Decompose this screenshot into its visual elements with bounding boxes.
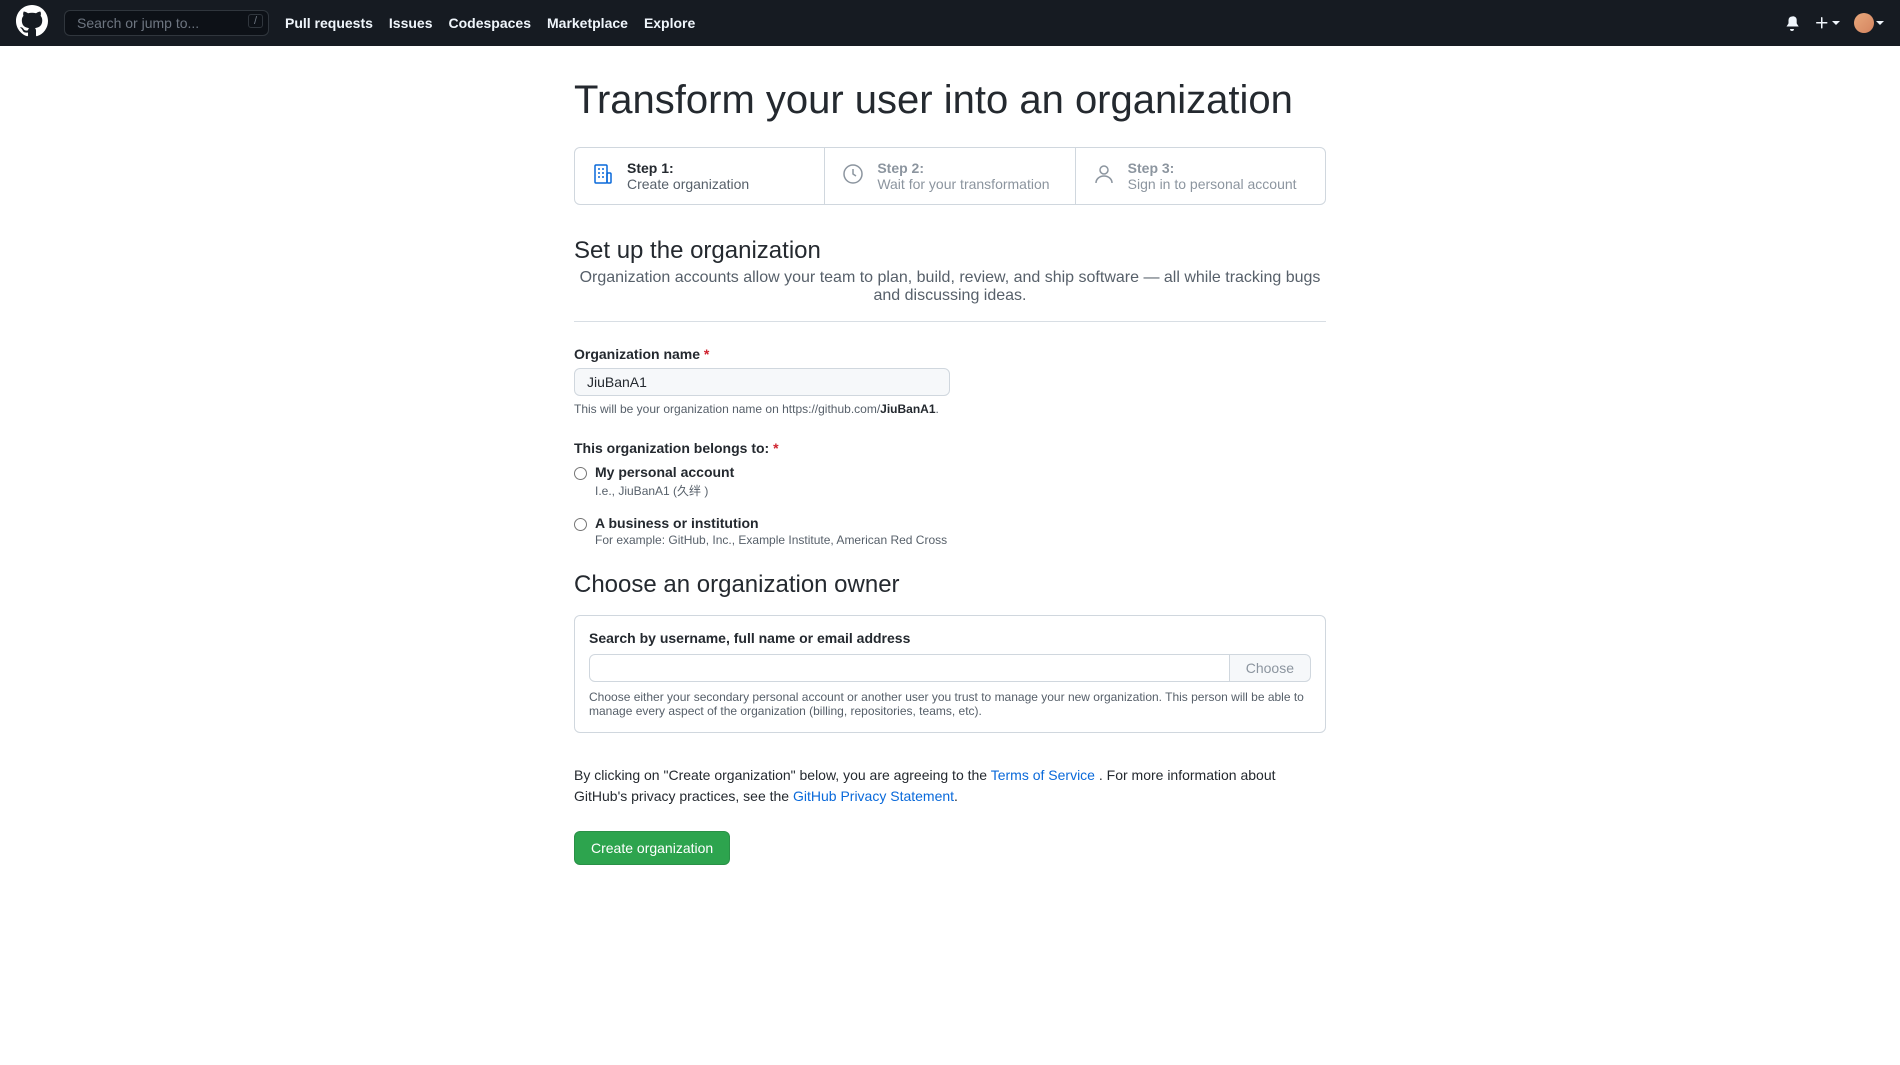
- nav-marketplace[interactable]: Marketplace: [547, 15, 628, 31]
- belongs-group: This organization belongs to: * My perso…: [574, 440, 1326, 547]
- step-2-desc: Wait for your transformation: [877, 176, 1049, 192]
- header-right: [1784, 13, 1884, 33]
- owner-heading: Choose an organization owner: [574, 571, 1326, 599]
- nav-codespaces[interactable]: Codespaces: [449, 15, 531, 31]
- radio-business-label: A business or institution: [595, 515, 947, 531]
- choose-button[interactable]: Choose: [1230, 654, 1311, 682]
- create-new-dropdown[interactable]: [1814, 15, 1840, 31]
- page-title: Transform your user into an organization: [574, 78, 1326, 123]
- person-icon: [1092, 162, 1116, 191]
- radio-personal-label: My personal account: [595, 464, 734, 480]
- step-3-label: Step 3:: [1128, 160, 1297, 176]
- nav-pull-requests[interactable]: Pull requests: [285, 15, 373, 31]
- global-header: / Pull requests Issues Codespaces Market…: [0, 0, 1900, 46]
- nav-issues[interactable]: Issues: [389, 15, 433, 31]
- step-1-desc: Create organization: [627, 176, 749, 192]
- setup-heading: Set up the organization: [574, 237, 1326, 265]
- owner-note: Choose either your secondary personal ac…: [589, 690, 1311, 718]
- tos-link[interactable]: Terms of Service: [991, 767, 1095, 783]
- user-menu[interactable]: [1854, 13, 1884, 33]
- organization-icon: [591, 162, 615, 191]
- org-name-note: This will be your organization name on h…: [574, 402, 1326, 416]
- github-logo[interactable]: [16, 5, 48, 42]
- search-box: /: [64, 10, 269, 36]
- belongs-label: This organization belongs to: *: [574, 440, 1326, 456]
- avatar: [1854, 13, 1874, 33]
- step-1: Step 1: Create organization: [575, 148, 825, 204]
- radio-business: A business or institution For example: G…: [574, 515, 1326, 547]
- step-2: Step 2: Wait for your transformation: [825, 148, 1075, 204]
- setup-desc: Organization accounts allow your team to…: [574, 269, 1326, 313]
- notifications-icon[interactable]: [1784, 15, 1800, 31]
- nav-links: Pull requests Issues Codespaces Marketpl…: [285, 15, 695, 31]
- org-name-group: Organization name * This will be your or…: [574, 346, 1326, 416]
- step-1-label: Step 1:: [627, 160, 749, 176]
- radio-business-note: For example: GitHub, Inc., Example Insti…: [595, 533, 947, 547]
- create-organization-button[interactable]: Create organization: [574, 831, 730, 865]
- step-2-label: Step 2:: [877, 160, 1049, 176]
- step-3-desc: Sign in to personal account: [1128, 176, 1297, 192]
- nav-explore[interactable]: Explore: [644, 15, 695, 31]
- owner-box: Search by username, full name or email a…: [574, 615, 1326, 733]
- step-3: Step 3: Sign in to personal account: [1076, 148, 1325, 204]
- search-input[interactable]: [64, 10, 269, 36]
- clock-icon: [841, 162, 865, 191]
- org-name-input[interactable]: [574, 368, 950, 396]
- org-name-label: Organization name *: [574, 346, 1326, 362]
- main-content: Transform your user into an organization…: [574, 46, 1326, 925]
- steps: Step 1: Create organization Step 2: Wait…: [574, 147, 1326, 205]
- privacy-link[interactable]: GitHub Privacy Statement: [793, 788, 954, 804]
- radio-personal-input[interactable]: [574, 467, 587, 480]
- terms-text: By clicking on "Create organization" bel…: [574, 765, 1326, 807]
- owner-search-input[interactable]: [589, 654, 1230, 682]
- radio-personal-note: I.e., JiuBanA1 (久绊 ): [595, 482, 734, 499]
- radio-personal: My personal account I.e., JiuBanA1 (久绊 ): [574, 464, 1326, 499]
- divider: [574, 321, 1326, 322]
- search-slash-hint: /: [248, 14, 263, 28]
- owner-search-label: Search by username, full name or email a…: [589, 630, 1311, 646]
- radio-business-input[interactable]: [574, 518, 587, 531]
